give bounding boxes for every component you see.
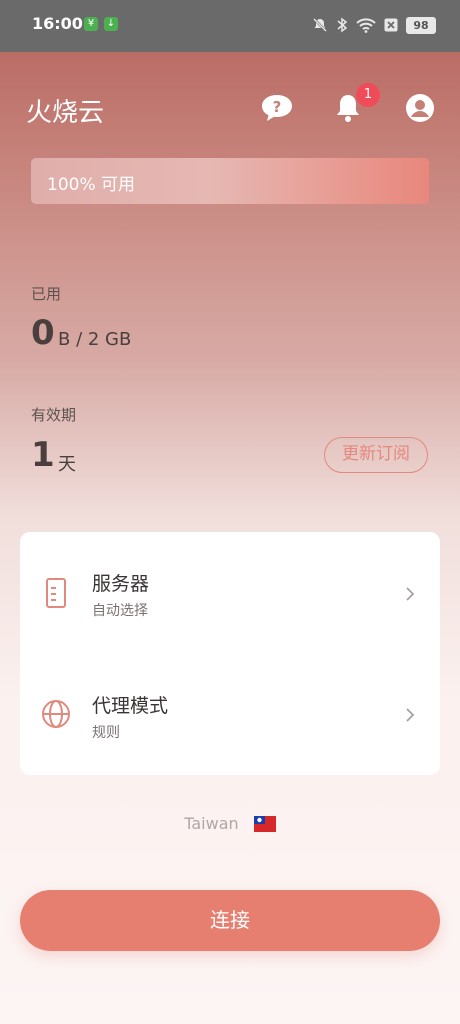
taiwan-flag-icon	[253, 816, 276, 832]
connect-button[interactable]: 连接	[20, 890, 440, 951]
validity-value: 1	[31, 435, 55, 475]
used-value: 0	[31, 313, 55, 353]
used-label: 已用	[31, 285, 62, 303]
data-usage-text: 100% 可用	[47, 175, 136, 195]
current-location: Taiwan	[0, 814, 460, 833]
download-icon: ↓	[104, 17, 118, 31]
wifi-icon	[356, 18, 376, 33]
user-icon	[406, 94, 434, 122]
proxy-mode-row[interactable]: 代理模式 规则	[20, 658, 440, 768]
status-bar: 16:00 ¥ ↓ 98	[0, 0, 460, 52]
data-usage-bar: 100% 可用	[31, 158, 429, 204]
renew-subscription-button[interactable]: 更新订阅	[324, 437, 428, 473]
validity-label: 有效期	[31, 406, 77, 424]
notification-badge: 1	[356, 83, 380, 107]
server-subtitle: 自动选择	[92, 603, 148, 619]
bluetooth-icon	[337, 17, 348, 33]
chevron-right-icon	[406, 708, 415, 722]
svg-text:?: ?	[273, 98, 282, 116]
location-country: Taiwan	[184, 814, 239, 833]
settings-card: 服务器 自动选择 代理模式 规则	[20, 532, 440, 775]
chevron-right-icon	[406, 587, 415, 601]
status-icons: 98	[312, 14, 436, 36]
help-button[interactable]: ?	[259, 90, 295, 126]
proxy-mode-title: 代理模式	[92, 695, 169, 717]
validity-unit: 天	[58, 454, 76, 475]
globe-icon	[42, 700, 70, 728]
proxy-mode-subtitle: 规则	[92, 725, 120, 741]
used-unit: B / 2 GB	[58, 329, 132, 350]
app-background	[0, 0, 460, 1024]
server-row[interactable]: 服务器 自动选择	[20, 538, 440, 648]
server-title: 服务器	[92, 573, 150, 595]
status-time: 16:00	[32, 14, 83, 33]
notification-app-icon: ¥	[84, 17, 98, 31]
help-icon: ?	[262, 95, 292, 121]
server-icon	[46, 578, 66, 608]
battery-indicator: 98	[406, 16, 436, 34]
mute-icon	[313, 18, 327, 32]
no-sim-icon	[384, 18, 398, 32]
account-button[interactable]	[402, 90, 438, 126]
app-title: 火烧云	[26, 98, 105, 128]
